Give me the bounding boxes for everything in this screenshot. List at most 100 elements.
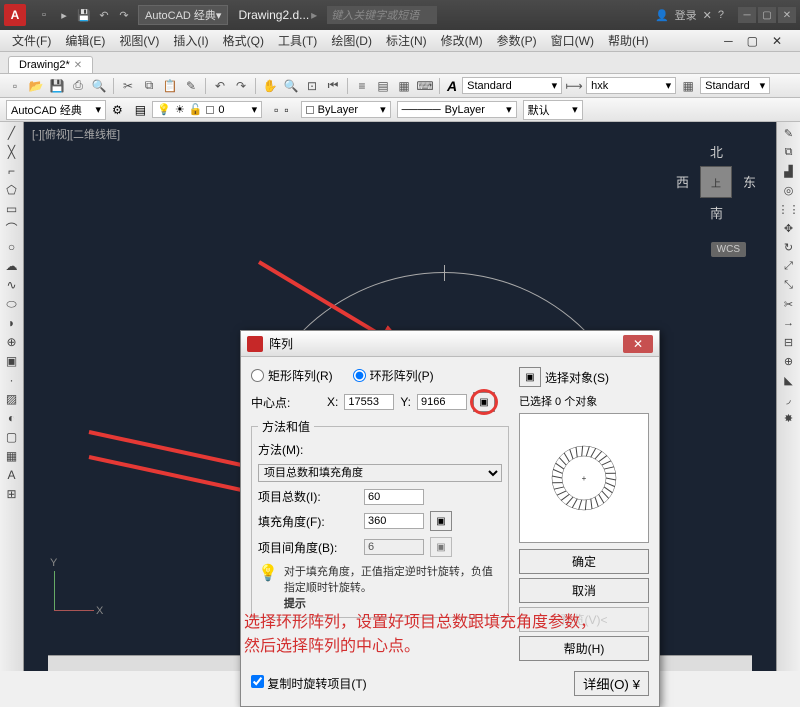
hatch-icon[interactable]: ▨ [2, 390, 22, 408]
props-icon[interactable]: ≡ [353, 77, 371, 95]
linetype-dropdown[interactable]: ─────ByLayer▾ [397, 101, 517, 118]
qat-redo-icon[interactable]: ↷ [116, 7, 132, 23]
tool-palette-icon[interactable]: ▦ [395, 77, 413, 95]
calc-icon[interactable]: ⌨ [416, 77, 434, 95]
explode-icon[interactable]: ✸ [779, 409, 799, 427]
menu-params[interactable]: 参数(P) [491, 30, 543, 51]
tab-close-icon[interactable]: ✕ [74, 60, 82, 71]
minimize-button[interactable]: ─ [738, 7, 756, 23]
document-tab[interactable]: Drawing2* ✕ [8, 56, 93, 73]
layer-dropdown[interactable]: 💡 ☀ 🔓 0 ▾ [152, 101, 262, 118]
maximize-button[interactable]: ▢ [758, 7, 776, 23]
paste-icon[interactable]: 📋 [161, 77, 179, 95]
offset-icon[interactable]: ◎ [779, 181, 799, 199]
cut-icon[interactable]: ✂ [119, 77, 137, 95]
exchange-icon[interactable]: ✕ [703, 9, 712, 22]
menu-format[interactable]: 格式(Q) [217, 30, 270, 51]
scale-icon[interactable]: ⤢ [779, 257, 799, 275]
line-icon[interactable]: ╱ [2, 124, 22, 142]
app-logo[interactable]: A [4, 4, 26, 26]
zoom-icon[interactable]: 🔍 [282, 77, 300, 95]
menu-window[interactable]: 窗口(W) [545, 30, 600, 51]
trim-icon[interactable]: ✂ [779, 295, 799, 313]
revcloud-icon[interactable]: ☁ [2, 257, 22, 275]
qat-open-icon[interactable]: ▸ [56, 7, 72, 23]
pick-fill-button[interactable]: ▣ [430, 511, 452, 531]
break-icon[interactable]: ⊟ [779, 333, 799, 351]
zoom-prev-icon[interactable]: ⏮ [324, 77, 342, 95]
text-a-icon[interactable]: A [447, 78, 457, 94]
doc-min-icon[interactable]: ─ [718, 32, 739, 50]
pan-icon[interactable]: ✋ [261, 77, 279, 95]
menu-draw[interactable]: 绘图(D) [325, 30, 378, 51]
addsel-icon[interactable]: ⊞ [2, 485, 22, 503]
xline-icon[interactable]: ╳ [2, 143, 22, 161]
mirror-icon[interactable]: ▟ [779, 162, 799, 180]
move-icon[interactable]: ✥ [779, 219, 799, 237]
method-select[interactable]: 项目总数和填充角度 [258, 464, 502, 482]
dimstyle-dropdown[interactable]: hxk▾ [586, 77, 676, 94]
new-icon[interactable]: ▫ [6, 77, 24, 95]
select-objects-button[interactable]: ▣ [519, 367, 541, 387]
menu-view[interactable]: 视图(V) [113, 30, 165, 51]
block-icon[interactable]: ▣ [2, 352, 22, 370]
rotate-icon[interactable]: ↻ [779, 238, 799, 256]
menu-dimension[interactable]: 标注(N) [380, 30, 433, 51]
pick-center-button[interactable]: ▣ [473, 392, 495, 412]
search-input[interactable]: 键入关键字或短语 [327, 6, 437, 24]
dialog-titlebar[interactable]: 阵列 ✕ [241, 331, 659, 357]
viewcube-west[interactable]: 西 [676, 172, 689, 191]
layer-iso-icon[interactable]: ▫ [274, 103, 278, 117]
zoom-window-icon[interactable]: ⊡ [303, 77, 321, 95]
polyline-icon[interactable]: ⌐ [2, 162, 22, 180]
viewcube-south[interactable]: 南 [710, 203, 723, 222]
save-icon[interactable]: 💾 [48, 77, 66, 95]
fillet-icon[interactable]: ◞ [779, 390, 799, 408]
extend-icon[interactable]: → [779, 314, 799, 332]
menu-help[interactable]: 帮助(H) [602, 30, 655, 51]
lineweight-dropdown[interactable]: 默认▾ [523, 100, 583, 120]
color-dropdown[interactable]: ByLayer▾ [301, 101, 391, 118]
menu-tools[interactable]: 工具(T) [272, 30, 323, 51]
tablestyle-dropdown[interactable]: Standard▾ [700, 77, 770, 94]
rectangle-icon[interactable]: ▭ [2, 200, 22, 218]
menu-file[interactable]: 文件(F) [6, 30, 57, 51]
join-icon[interactable]: ⊕ [779, 352, 799, 370]
qat-undo-icon[interactable]: ↶ [96, 7, 112, 23]
dim-icon[interactable]: ⟼ [565, 77, 583, 95]
qat-save-icon[interactable]: 💾 [76, 7, 92, 23]
help-icon[interactable]: ? [718, 9, 724, 21]
table-icon[interactable]: ▦ [679, 77, 697, 95]
dialog-close-button[interactable]: ✕ [623, 335, 653, 353]
print-icon[interactable]: ⎙ [69, 77, 87, 95]
open-icon[interactable]: 📂 [27, 77, 45, 95]
match-icon[interactable]: ✎ [182, 77, 200, 95]
rotate-checkbox[interactable]: 复制时旋转项目(T) [251, 675, 367, 692]
cancel-button[interactable]: 取消 [519, 578, 649, 603]
wcs-badge[interactable]: WCS [711, 242, 746, 257]
fill-input[interactable] [364, 513, 424, 529]
ok-button[interactable]: 确定 [519, 549, 649, 574]
copy-icon[interactable]: ⧉ [140, 77, 158, 95]
viewcube-east[interactable]: 东 [743, 172, 756, 191]
count-input[interactable] [364, 489, 424, 505]
menu-modify[interactable]: 修改(M) [435, 30, 489, 51]
region-icon[interactable]: ▢ [2, 428, 22, 446]
user-icon[interactable]: 👤 [655, 9, 669, 22]
details-button[interactable]: 详细(O) ¥ [574, 671, 649, 696]
polygon-icon[interactable]: ⬠ [2, 181, 22, 199]
view-cube[interactable]: 北 南 西 东 上 [676, 142, 756, 222]
point-icon[interactable]: · [2, 371, 22, 389]
viewcube-face[interactable]: 上 [700, 166, 732, 198]
menu-insert[interactable]: 插入(I) [167, 30, 214, 51]
chamfer-icon[interactable]: ◣ [779, 371, 799, 389]
menu-edit[interactable]: 编辑(E) [59, 30, 111, 51]
copy-obj-icon[interactable]: ⧉ [779, 143, 799, 161]
undo-icon[interactable]: ↶ [211, 77, 229, 95]
doc-max-icon[interactable]: ▢ [741, 32, 764, 50]
viewport-label[interactable]: [-][俯视][二维线框] [32, 126, 120, 142]
qat-new-icon[interactable]: ▫ [36, 7, 52, 23]
workspace-dropdown[interactable]: AutoCAD 经典 ▾ [138, 5, 228, 25]
arc-icon[interactable]: ⌒ [2, 219, 22, 237]
polar-array-radio[interactable]: 环形阵列(P) [353, 367, 434, 384]
